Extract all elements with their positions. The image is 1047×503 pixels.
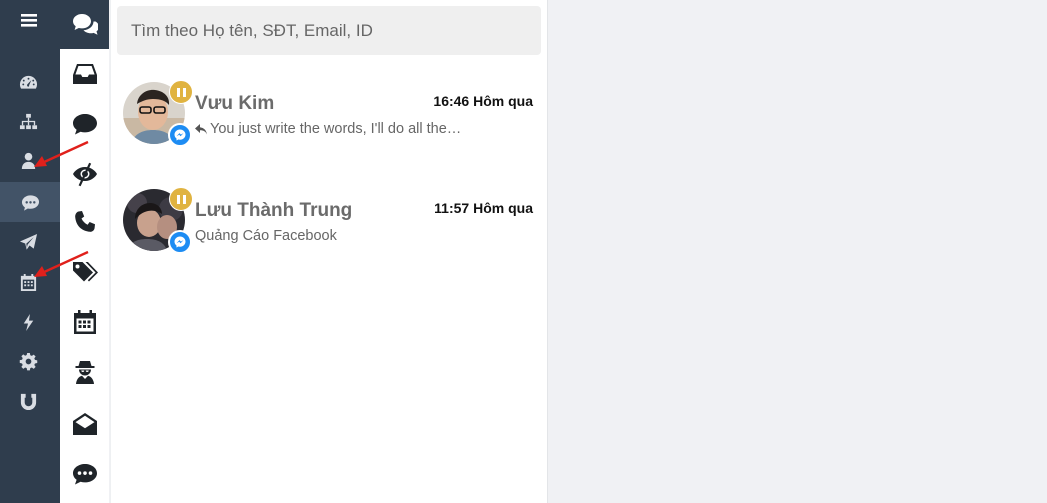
inbox-icon [72, 64, 97, 84]
nav-dashboard[interactable] [0, 62, 57, 102]
calendar-icon [73, 310, 96, 334]
filter-appointments[interactable] [60, 300, 109, 344]
calendar-icon [20, 273, 37, 291]
spy-icon [75, 361, 94, 384]
eye-slash-icon [72, 162, 97, 187]
phone-icon [74, 211, 95, 232]
comments-icon [72, 13, 98, 35]
lightning-icon [23, 313, 34, 331]
paused-status-badge [169, 187, 193, 211]
nav-leads[interactable] [0, 381, 57, 421]
nav-settings[interactable] [0, 341, 57, 381]
message-time: 11:57 Hôm qua [434, 200, 533, 216]
paused-status-badge [169, 80, 193, 104]
filter-inbox[interactable] [60, 52, 109, 96]
contact-name: Lưu Thành Trung [195, 200, 353, 221]
message-preview: You just write the words, I'll do all th… [195, 121, 461, 137]
all-conversations-button[interactable] [60, 0, 109, 49]
gear-icon [19, 352, 38, 370]
avatar-container [123, 187, 193, 254]
conversation-item[interactable]: Lưu Thành Trung 11:57 Hôm qua Quảng Cáo … [111, 187, 547, 279]
avatar-container [123, 80, 193, 147]
conversation-item[interactable]: Vưu Kim 16:46 Hôm qua You just write the… [111, 80, 547, 172]
chat-icon [21, 194, 39, 211]
filter-phone[interactable] [60, 200, 109, 244]
nav-sitemap[interactable] [0, 101, 57, 141]
filter-email[interactable] [60, 402, 109, 446]
filter-tags[interactable] [60, 250, 109, 294]
contact-name: Vưu Kim [195, 93, 275, 114]
nav-automation[interactable] [0, 302, 57, 342]
filter-comments[interactable] [60, 452, 109, 496]
sitemap-icon [19, 113, 38, 129]
conversation-filter-sidebar [60, 0, 109, 503]
filter-anonymous[interactable] [60, 350, 109, 394]
message-preview-text: Quảng Cáo Facebook [195, 228, 337, 244]
magnet-icon [20, 393, 37, 410]
main-sidebar [0, 0, 63, 503]
nav-broadcast[interactable] [0, 222, 57, 262]
comment-icon [72, 114, 97, 135]
tags-icon [72, 262, 98, 282]
menu-icon [20, 14, 37, 27]
comment-dots-icon [72, 464, 97, 485]
nav-conversations[interactable] [0, 182, 63, 222]
messenger-icon [168, 230, 192, 254]
message-preview-text: You just write the words, I'll do all th… [210, 121, 462, 137]
dashboard-icon [19, 75, 38, 89]
message-time: 16:46 Hôm qua [433, 93, 533, 109]
paper-plane-icon [19, 233, 38, 250]
menu-button[interactable] [0, 0, 57, 40]
search-input[interactable] [117, 6, 541, 55]
nav-contacts[interactable] [0, 140, 57, 180]
message-preview: Quảng Cáo Facebook [195, 228, 337, 244]
messenger-icon [168, 123, 192, 147]
nav-calendar[interactable] [0, 262, 57, 302]
reply-icon [195, 123, 207, 134]
envelope-open-icon [72, 413, 97, 435]
user-icon [21, 152, 36, 169]
filter-unread[interactable] [60, 102, 109, 146]
conversation-list-panel: Vưu Kim 16:46 Hôm qua You just write the… [110, 0, 548, 503]
filter-hidden[interactable] [60, 152, 109, 196]
